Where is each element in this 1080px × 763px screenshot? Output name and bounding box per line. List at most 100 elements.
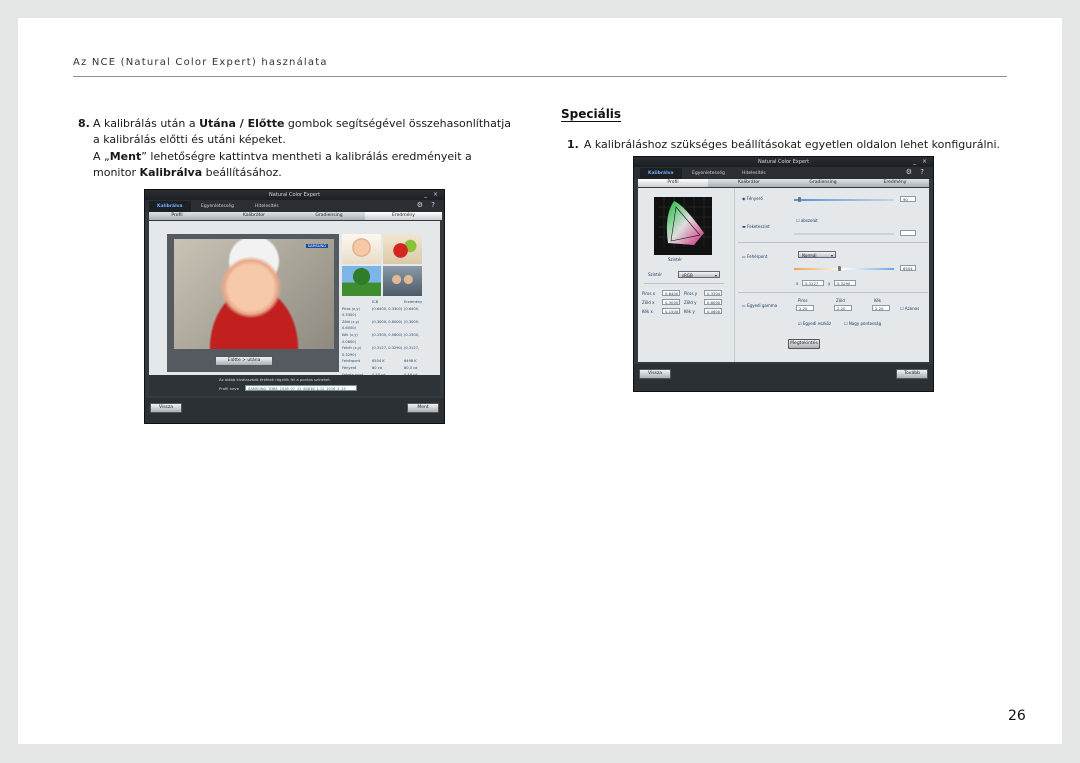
white-y-input[interactable]: 0.3290 [834,280,856,286]
gamma-blue-input[interactable]: 2.20 [872,305,890,311]
profile-name-label: Profil neve [219,386,240,391]
black-level-label: Feketeszint [747,224,770,229]
stats-icb: 6504 K [372,359,385,364]
stats-icb: (0.6400, 0.3300) [372,306,403,311]
brightness-input[interactable]: 90 [900,196,916,202]
result-stats-table: ICB Eredmény Piros (x,y) (0.6400, 0.3300) (… [342,299,434,385]
high-accuracy-checkbox[interactable]: ☐ Nagy pontosság [844,321,881,326]
stats-header-icb: ICB [372,300,379,304]
step-progress-bar: Profil Kalibrátor Gradiensing Eredmény [149,212,442,220]
tab-calibrated[interactable]: Kalibrálva [149,201,191,212]
thumbnail-child [342,234,381,264]
white-x-label: x [796,281,799,286]
color-gamut-chart [654,197,712,255]
white-point-select[interactable]: Normál ▾ [798,251,836,258]
tab-calibrated[interactable]: Kalibrálva [640,168,682,179]
baby-photo: SAMSUNG [174,239,334,349]
preview-frame: SAMSUNG Előtte > utána [167,234,339,372]
manual-page: Az NCE (Natural Color Expert) használata… [18,18,1062,744]
white-point-slider-handle[interactable] [838,266,841,271]
white-point-radio[interactable]: ▭ Fehérpont [742,254,767,259]
gamma-same-checkbox[interactable]: ☐ Azonos [900,306,919,311]
window-title: Natural Color Expert [145,190,444,200]
profile-area: Az alább kiválasztott értékek rögzítik f… [149,375,440,396]
black-level-input[interactable] [900,230,916,236]
absolute-checkbox[interactable]: ☐ abszolút [796,218,818,223]
stats-result: 6498 K [404,359,417,364]
brightness-label: Fényerő [746,196,763,201]
step-gradient: Gradiensing [809,180,837,185]
absolute-label: abszolút [800,218,818,223]
white-point-select-value: Normál [802,253,817,258]
stats-icb: (0.3127, 0.3290) [372,346,403,351]
red-x-label: Piros x [642,291,656,296]
gamma-radio[interactable]: ▭ Egyedi gamma [742,303,777,308]
brightness-slider[interactable] [794,199,894,201]
thumbnail-tree [342,266,381,296]
bottom-bar: Vissza Ment [145,398,444,423]
step-profile: Profil [171,213,183,218]
gamma-green-input[interactable]: 2.20 [834,305,852,311]
tab-uniformity[interactable]: Egyenletesség [193,201,242,212]
step-progress-bar: Profil Kalibrátor Gradiensing Eredmény [638,179,929,187]
header-rule [73,76,1007,77]
gear-icon[interactable]: ⚙ ? [417,201,438,209]
gamma-same-label: Azonos [904,306,920,311]
next-button[interactable]: Tovább [896,369,928,379]
stats-icb: 80 cd [372,365,382,370]
step-8-paragraph-1: A kalibrálás után a Utána / Előtte gombo… [93,116,513,148]
save-button[interactable]: Ment [407,403,439,413]
custom-device-checkbox[interactable]: ☑ Egyedi eszköz [798,321,831,326]
step-8-number: 8. [78,117,90,130]
stats-row: Zöld (x,y) (0.3000, 0.6000) (0.3000, 0.600… [342,319,434,332]
tab-bar: Kalibrálva Egyenletesség Hitelesítés ⚙ ? [634,167,933,179]
gear-icon[interactable]: ⚙ ? [906,168,927,176]
gamma-label: Egyedi gamma [747,303,778,308]
green-y-label: Zöld y [684,300,697,305]
section-title: Speciális [561,107,622,122]
bottom-bar: Vissza Tovább [634,364,933,391]
profile-name-input[interactable]: SAMSUNG_TDBS_2016_07_12_64836_1.12_2016_… [245,385,357,391]
white-point-slider[interactable] [794,268,894,270]
white-point-input[interactable]: 6504 [900,265,916,271]
tab-verification[interactable]: Hitelesítés [734,168,774,179]
divider [644,283,724,284]
back-button[interactable]: Vissza [150,403,182,413]
window-controls[interactable]: _ × [424,190,440,200]
step-1: 1. A kalibráláshoz szükséges beállításoka… [567,138,1000,152]
brightness-slider-handle[interactable] [798,197,801,202]
blue-y-input[interactable]: 0.0600 [704,308,722,314]
tab-verification[interactable]: Hitelesítés [247,201,287,212]
stats-row: Fényerő 80 cd 80.0 cd [342,365,434,372]
white-x-input[interactable]: 0.3127 [802,280,824,286]
stats-row: Fehér (x,y) (0.3127, 0.3290) (0.3127, 0.32… [342,345,434,358]
brightness-radio[interactable]: ◉ Fényerő [742,196,763,201]
red-y-input[interactable]: 0.3300 [704,290,722,296]
stats-label: Fényerő [342,365,357,370]
preview-button[interactable]: Megtekintés [788,339,820,349]
red-x-input[interactable]: 0.6400 [662,290,680,296]
advanced-settings-panel: Színtér Színtér sRGB ▾ Piros x 0.6400 Pir… [638,188,929,362]
stats-header-result: Eredmény [404,300,423,304]
gamma-red-label: Piros [798,298,808,303]
nce-window-advanced: Natural Color Expert _ × Kalibrálva Egye… [633,156,934,392]
stats-header: ICB Eredmény [342,299,434,306]
step-gradient: Gradiensing [315,213,343,218]
black-level-radio[interactable]: ▬ Feketeszint [742,224,770,229]
green-y-input[interactable]: 0.6000 [704,299,722,305]
gamut-select[interactable]: sRGB ▾ [678,271,720,278]
stats-row: Piros (x,y) (0.6400, 0.3300) (0.6400, 0.33… [342,306,434,319]
stats-label: Kék (x,y) [342,332,358,337]
blue-x-input[interactable]: 0.1500 [662,308,680,314]
window-controls[interactable]: _ × [913,157,929,167]
black-level-slider[interactable] [794,233,894,235]
back-button[interactable]: Vissza [639,369,671,379]
before-after-toggle-button[interactable]: Előtte > utána [215,356,273,366]
gamma-red-input[interactable]: 2.20 [796,305,814,311]
calibrated-term: Kalibrálva [139,166,203,179]
tab-uniformity[interactable]: Egyenletesség [684,168,733,179]
green-x-input[interactable]: 0.3000 [662,299,680,305]
chevron-down-icon: ▾ [714,273,717,278]
text-run: A „ [93,150,110,163]
profile-notice: Az alább kiválasztott értékek rögzítik f… [219,377,331,382]
